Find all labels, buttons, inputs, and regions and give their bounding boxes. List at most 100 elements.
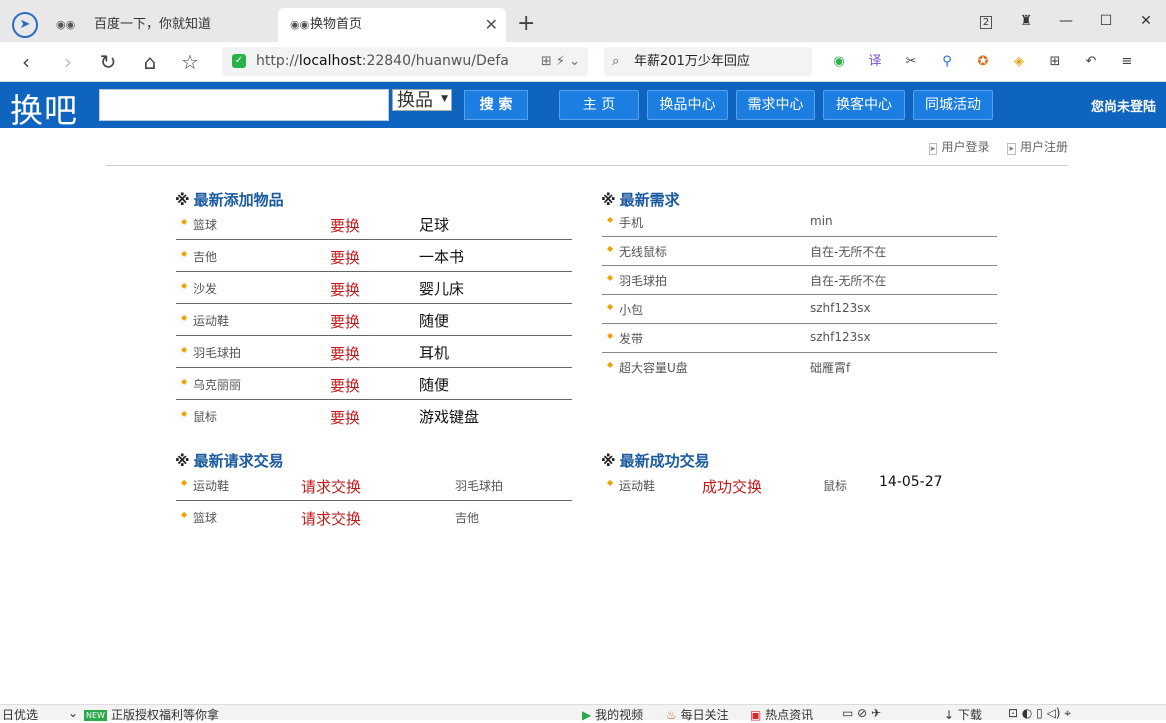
list-item[interactable]: ◆ 羽毛球拍 要换 耳机 xyxy=(176,336,572,368)
status-more-icons[interactable]: ⊡ ◐ ▯ ◁) ⌖ xyxy=(1008,706,1071,721)
list-item[interactable]: ◆ 小包 szhf123sx xyxy=(602,295,997,324)
demand-user[interactable]: 础雁霄f xyxy=(810,359,850,376)
reload-icon[interactable]: ↻ xyxy=(96,50,120,74)
nav-user-center[interactable]: 换客中心 xyxy=(823,90,905,120)
exchanged-item[interactable]: 鼠标 xyxy=(823,477,847,494)
exchange-action[interactable]: 要换 xyxy=(330,247,360,268)
nav-demand-center[interactable]: 需求中心 xyxy=(736,90,815,120)
minimize-icon[interactable]: — xyxy=(1046,6,1086,36)
status-tool-icons[interactable]: ▭ ⊘ ✈ xyxy=(842,706,881,720)
item-name[interactable]: 羽毛球拍 xyxy=(193,344,241,361)
list-item[interactable]: ◆ 无线鼠标 自在-无所不在 xyxy=(602,237,997,266)
browser-search-input[interactable]: ⌕ 年薪201万少年回应 xyxy=(604,47,812,76)
demand-name[interactable]: 羽毛球拍 xyxy=(619,272,667,289)
search-button[interactable]: 搜 索 xyxy=(464,90,528,120)
url-actions-icon[interactable]: ⊞ ⚡ ⌄ xyxy=(541,47,580,76)
list-item[interactable]: ◆ 篮球 要换 足球 xyxy=(176,208,572,240)
site-search-input[interactable] xyxy=(99,89,389,121)
magnifier-icon[interactable]: ⚲ xyxy=(934,52,960,72)
tab-huanwu-home[interactable]: ◉◉ 换物首页 ✕ xyxy=(278,8,506,42)
demand-name[interactable]: 超大容量U盘 xyxy=(619,359,688,376)
exchange-action[interactable]: 要换 xyxy=(330,311,360,332)
exchange-action[interactable]: 要换 xyxy=(330,375,360,396)
item-name[interactable]: 运动鞋 xyxy=(619,477,655,494)
section-title-demands: ※ 最新需求 xyxy=(601,191,680,209)
login-link[interactable]: 用户登录 xyxy=(929,138,989,155)
status-daily[interactable]: ♨ 每日关注 xyxy=(666,706,729,723)
list-item[interactable]: ◆ 吉他 要换 一本书 xyxy=(176,240,572,272)
list-item[interactable]: ◆ 鼠标 要换 游戏键盘 xyxy=(176,400,572,432)
site-logo[interactable]: 换吧 xyxy=(10,84,78,132)
list-item[interactable]: ◆ 运动鞋 要换 随便 xyxy=(176,304,572,336)
item-name[interactable]: 篮球 xyxy=(193,509,217,526)
demand-user[interactable]: 自在-无所不在 xyxy=(810,243,886,260)
exchange-action[interactable]: 要换 xyxy=(330,407,360,428)
status-news[interactable]: ▣ 热点资讯 xyxy=(750,706,813,723)
close-icon[interactable]: ✕ xyxy=(485,8,498,42)
list-item[interactable]: ◆ 羽毛球拍 自在-无所不在 xyxy=(602,266,997,295)
game-icon[interactable]: ✪ xyxy=(970,52,996,72)
item-name[interactable]: 运动鞋 xyxy=(193,312,229,329)
menu-icon[interactable]: ≡ xyxy=(1114,52,1140,72)
item-name[interactable]: 运动鞋 xyxy=(193,477,229,494)
maximize-icon[interactable]: ☐ xyxy=(1086,6,1126,36)
status-my-video[interactable]: ▶ 我的视频 xyxy=(582,706,643,723)
nav-home[interactable]: 主 页 xyxy=(559,90,639,120)
bookmark-star-icon[interactable]: ☆ xyxy=(178,50,202,74)
tab-baidu[interactable]: ◉◉ 百度一下，你就知道 xyxy=(44,8,272,42)
item-name[interactable]: 吉他 xyxy=(193,248,217,265)
offered-item[interactable]: 羽毛球拍 xyxy=(455,477,503,494)
shirt-icon[interactable]: ♜ xyxy=(1006,6,1046,36)
coin-shield-icon[interactable]: ◈ xyxy=(1006,52,1032,72)
wechat-icon[interactable]: ◉ xyxy=(826,52,852,72)
list-item[interactable]: ◆ 手机 min xyxy=(602,208,997,237)
list-item[interactable]: ◆ 运动鞋 成功交换 鼠标 14-05-27 xyxy=(602,469,997,501)
demand-user[interactable]: szhf123sx xyxy=(810,301,871,315)
offered-item[interactable]: 吉他 xyxy=(455,509,479,526)
demand-name[interactable]: 发带 xyxy=(619,330,643,347)
undo-icon[interactable]: ↶ xyxy=(1078,52,1104,72)
demand-name[interactable]: 小包 xyxy=(619,301,643,318)
status-download[interactable]: ↓ 下载 xyxy=(944,706,982,723)
demand-name[interactable]: 无线鼠标 xyxy=(619,243,667,260)
list-item[interactable]: ◆ 运动鞋 请求交换 羽毛球拍 xyxy=(176,469,572,501)
home-icon[interactable]: ⌂ xyxy=(138,50,162,74)
shield-icon: ✓ xyxy=(232,54,246,68)
demand-user[interactable]: szhf123sx xyxy=(810,330,871,344)
forward-icon[interactable]: › xyxy=(56,50,80,74)
chevron-down-icon[interactable]: ⌄ xyxy=(68,706,78,720)
diamond-icon: ◆ xyxy=(607,302,614,311)
item-name[interactable]: 篮球 xyxy=(193,216,217,233)
category-select[interactable]: 换品 ▼ xyxy=(392,89,452,111)
scissors-icon[interactable]: ✂ xyxy=(898,52,924,72)
exchange-action[interactable]: 要换 xyxy=(330,279,360,300)
demand-name[interactable]: 手机 xyxy=(619,214,643,231)
url-input[interactable]: ✓ http://localhost:22840/huanwu/Defa ⊞ ⚡… xyxy=(222,47,588,76)
exchange-action[interactable]: 要换 xyxy=(330,343,360,364)
close-window-icon[interactable]: ✕ xyxy=(1126,6,1166,36)
item-name[interactable]: 沙发 xyxy=(193,280,217,297)
request-action[interactable]: 请求交换 xyxy=(301,476,361,497)
nav-local-events[interactable]: 同城活动 xyxy=(913,90,993,120)
translate-icon[interactable]: 译 xyxy=(862,52,888,72)
status-promo[interactable]: NEW 正版授权福利等你拿 xyxy=(84,706,219,723)
list-item[interactable]: ◆ 发带 szhf123sx xyxy=(602,324,997,353)
nav-item-center[interactable]: 换品中心 xyxy=(647,90,728,120)
grid-icon[interactable]: ⊞ xyxy=(1042,52,1068,72)
browser-logo-icon[interactable]: ➤ xyxy=(12,12,38,38)
register-link[interactable]: 用户注册 xyxy=(1007,138,1068,155)
item-name[interactable]: 乌克丽丽 xyxy=(193,376,241,393)
list-item[interactable]: ◆ 超大容量U盘 础雁霄f xyxy=(602,353,997,382)
item-name[interactable]: 鼠标 xyxy=(193,408,217,425)
list-item[interactable]: ◆ 沙发 要换 婴儿床 xyxy=(176,272,572,304)
tab-counter-icon[interactable]: 2 xyxy=(966,6,1006,36)
demand-user[interactable]: min xyxy=(810,214,833,228)
exchange-action[interactable]: 要换 xyxy=(330,215,360,236)
demand-user[interactable]: 自在-无所不在 xyxy=(810,272,886,289)
status-youxuan[interactable]: 日优选 xyxy=(2,706,38,723)
new-tab-icon[interactable]: + xyxy=(517,10,535,38)
request-action[interactable]: 请求交换 xyxy=(301,508,361,529)
list-item[interactable]: ◆ 乌克丽丽 要换 随便 xyxy=(176,368,572,400)
list-item[interactable]: ◆ 篮球 请求交换 吉他 xyxy=(176,501,572,533)
back-icon[interactable]: ‹ xyxy=(14,50,38,74)
